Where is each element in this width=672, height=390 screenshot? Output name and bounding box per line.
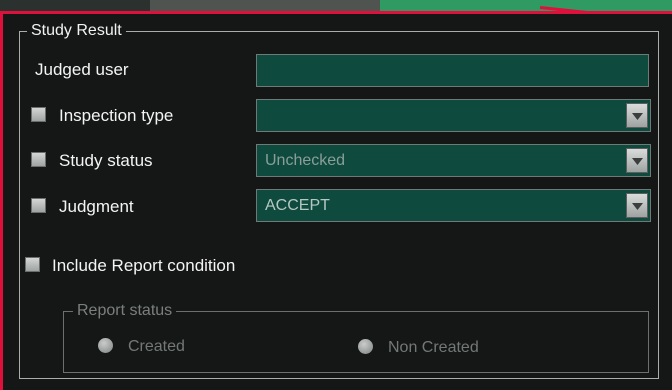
judgment-value: ACCEPT: [265, 197, 330, 214]
judgment-dropdown-button[interactable]: [626, 193, 648, 218]
study-status-dropdown-button[interactable]: [626, 148, 648, 173]
include-report-label: Include Report condition: [52, 256, 236, 275]
chevron-down-icon: [632, 158, 643, 165]
chevron-down-icon: [632, 203, 643, 210]
judged-user-label: Judged user: [35, 60, 129, 79]
created-radio[interactable]: [98, 338, 113, 353]
inspection-type-dropdown-button[interactable]: [626, 103, 648, 128]
judgment-label: Judgment: [59, 197, 134, 216]
inspection-type-label: Inspection type: [59, 106, 174, 125]
created-radio-label: Created: [128, 338, 185, 355]
inspection-type-checkbox[interactable]: [31, 107, 46, 122]
judgment-checkbox[interactable]: [31, 198, 46, 213]
study-status-label: Study status: [59, 151, 153, 170]
study-status-select[interactable]: Unchecked: [256, 144, 651, 177]
non-created-radio-label: Non Created: [388, 339, 479, 356]
non-created-radio[interactable]: [358, 339, 373, 354]
study-result-title: Study Result: [27, 19, 126, 43]
report-status-title: Report status: [73, 300, 177, 322]
inspection-type-select[interactable]: [256, 99, 651, 132]
chevron-down-icon: [632, 113, 643, 120]
judgment-select[interactable]: ACCEPT: [256, 189, 651, 222]
study-status-value: Unchecked: [265, 152, 346, 169]
judged-user-field[interactable]: [256, 54, 649, 87]
include-report-checkbox[interactable]: [25, 257, 40, 272]
study-status-checkbox[interactable]: [31, 152, 46, 167]
